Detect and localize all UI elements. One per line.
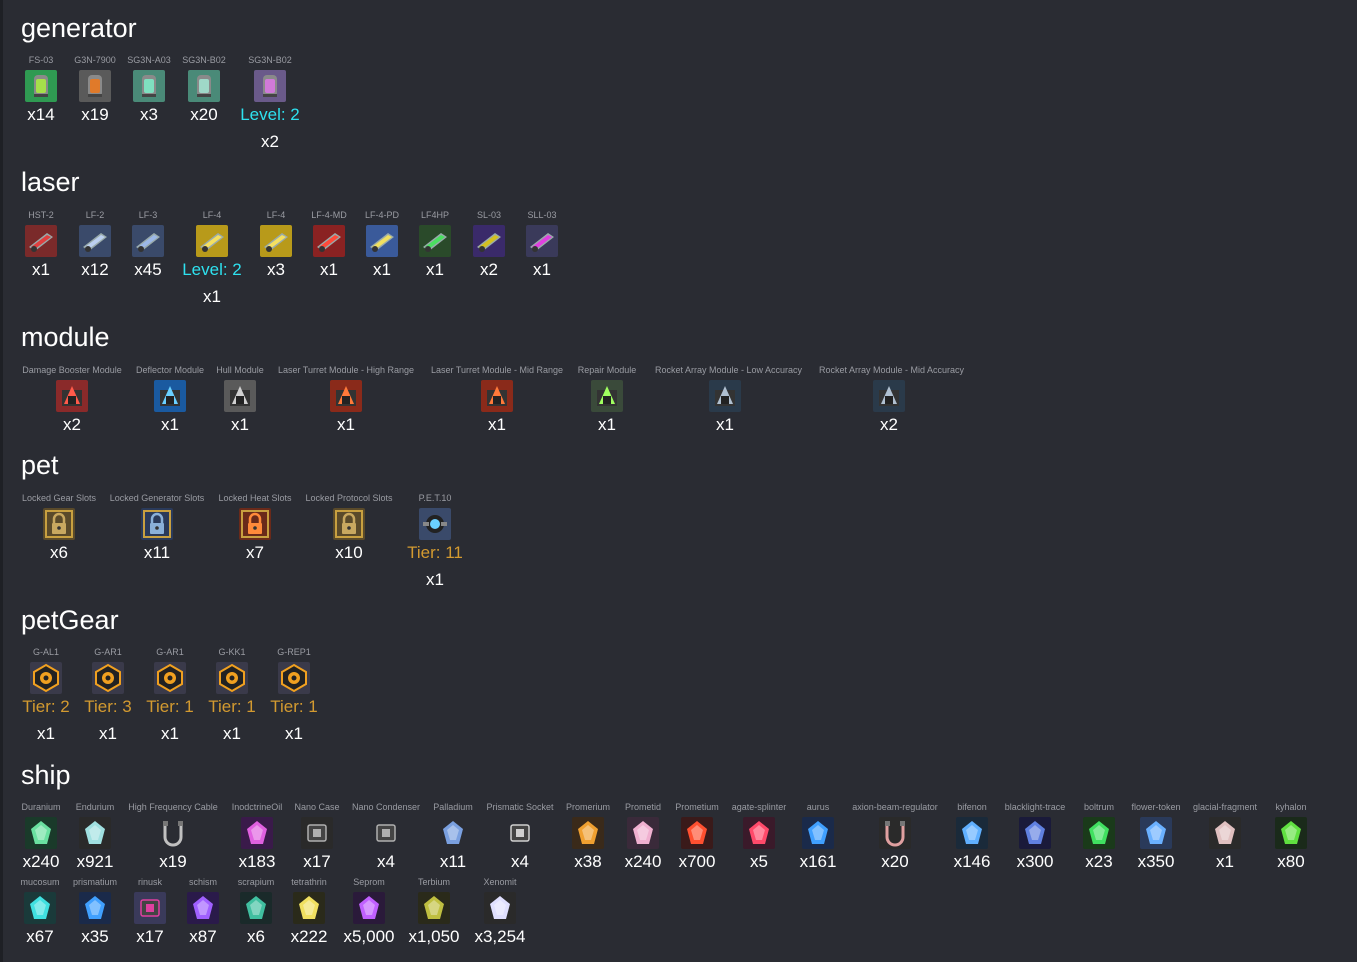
module-icon[interactable] xyxy=(481,380,513,412)
item-count: x1 xyxy=(716,415,734,434)
gear-icon[interactable] xyxy=(278,662,310,694)
inventory-view: generator laser module pet petGear ship … xyxy=(0,0,1357,962)
item-level: Tier: 11 xyxy=(407,543,463,562)
item-level: Level: 2 xyxy=(240,105,300,124)
pet-icon[interactable] xyxy=(419,508,451,540)
item-count: x2 xyxy=(261,132,279,151)
lock-icon[interactable] xyxy=(239,508,271,540)
inventory-item[interactable]: kyhalon x80 xyxy=(1221,802,1357,872)
item-count: x2 xyxy=(880,415,898,434)
module-icon[interactable] xyxy=(330,380,362,412)
lock-icon[interactable] xyxy=(43,508,75,540)
item-level: Tier: 1 xyxy=(270,697,318,716)
item-name: SLL-03 xyxy=(527,210,557,220)
item-count: x1 xyxy=(426,570,444,589)
section-title-generator: generator xyxy=(21,13,137,43)
module-icon[interactable] xyxy=(591,380,623,412)
item-count: x80 xyxy=(1277,852,1305,871)
lock-icon[interactable] xyxy=(141,508,173,540)
ore-icon[interactable] xyxy=(1275,817,1307,849)
section-title-laser: laser xyxy=(21,167,80,197)
inventory-item[interactable]: G-REP1 Tier: 1 x1 xyxy=(224,647,364,744)
inventory-item[interactable]: SG3N-B02 Level: 2 x2 xyxy=(200,55,340,152)
module-icon[interactable] xyxy=(56,380,88,412)
item-count: x1 xyxy=(533,260,551,279)
module-icon[interactable] xyxy=(709,380,741,412)
inventory-item[interactable]: P.E.T.10 Tier: 11 x1 xyxy=(365,493,505,590)
ore-icon[interactable] xyxy=(484,892,516,924)
item-name: Rocket Array Module - Mid Accuracy xyxy=(819,365,965,375)
cable-icon[interactable] xyxy=(157,817,189,849)
item-name: Xenomit xyxy=(483,877,517,887)
item-count: x1 xyxy=(337,415,355,434)
section-title-pet: pet xyxy=(21,450,59,480)
item-name: Laser Turret Module - High Range xyxy=(277,365,415,375)
section-title-ship: ship xyxy=(21,760,71,790)
section-title-petgear: petGear xyxy=(21,605,119,635)
item-name: Rocket Array Module - Low Accuracy xyxy=(655,365,803,375)
inventory-item[interactable]: Xenomit x3,254 xyxy=(430,877,570,947)
section-title-module: module xyxy=(21,322,110,352)
module-icon[interactable] xyxy=(873,380,905,412)
generator-icon[interactable] xyxy=(254,70,286,102)
item-count: x1 xyxy=(203,287,221,306)
item-count: x3,254 xyxy=(474,927,526,946)
module-icon[interactable] xyxy=(224,380,256,412)
item-name: SG3N-B02 xyxy=(248,55,292,65)
inventory-item[interactable]: Rocket Array Module - Low Accuracy x1 xyxy=(655,365,803,435)
item-name: P.E.T.10 xyxy=(418,493,452,503)
inventory-item[interactable]: Rocket Array Module - Mid Accuracy x2 xyxy=(819,365,965,435)
inventory-item[interactable]: Laser Turret Module - High Range x1 xyxy=(276,365,416,435)
item-name: kyhalon xyxy=(1275,802,1307,812)
lock-icon[interactable] xyxy=(333,508,365,540)
inventory-item[interactable]: SLL-03 x1 xyxy=(472,210,612,280)
laser-icon[interactable] xyxy=(526,225,558,257)
item-name: G-REP1 xyxy=(277,647,311,657)
item-count: x1 xyxy=(285,724,303,743)
